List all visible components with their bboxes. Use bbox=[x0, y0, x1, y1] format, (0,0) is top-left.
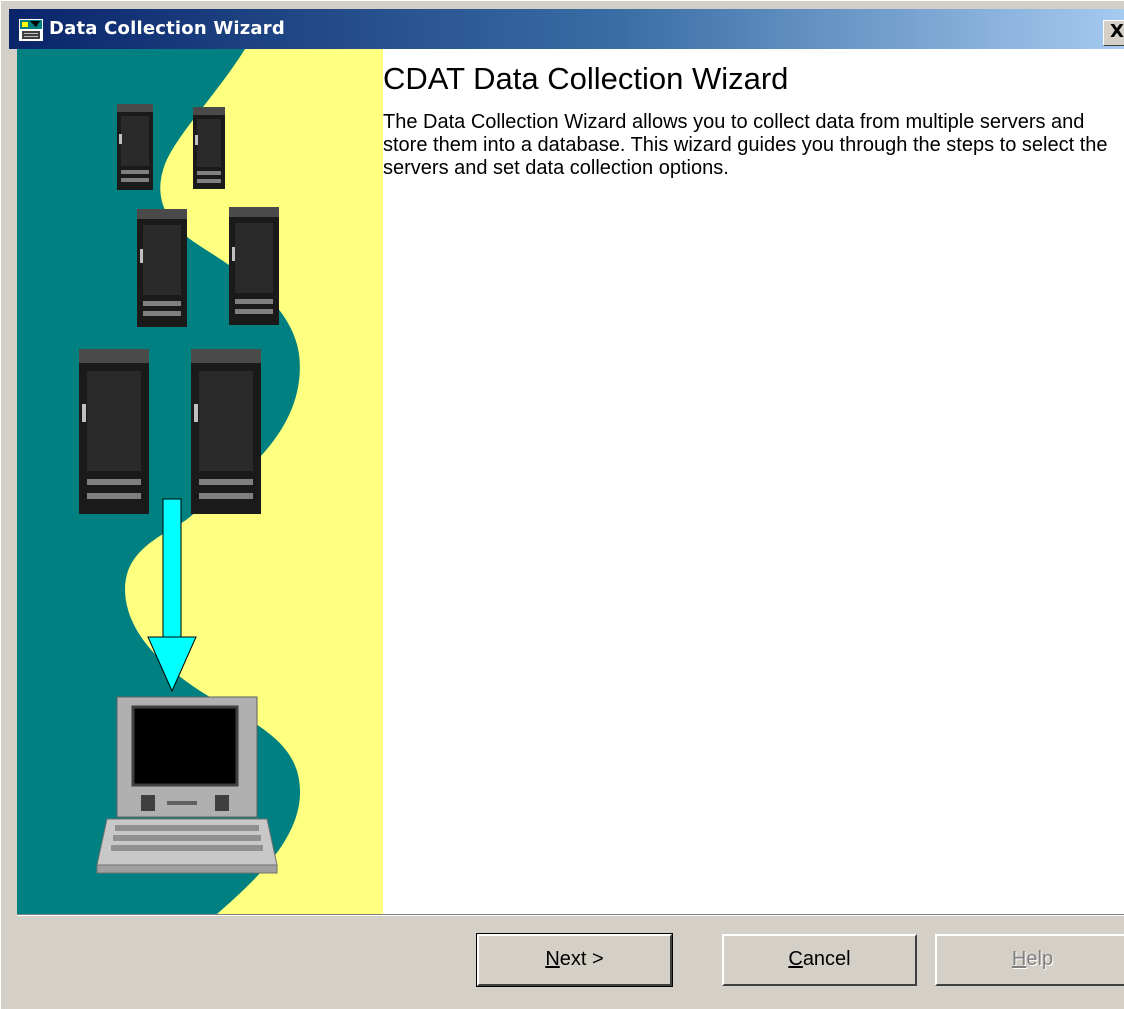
server-icon bbox=[79, 349, 149, 514]
server-icon bbox=[137, 209, 187, 327]
server-icon bbox=[229, 207, 279, 325]
help-mnemonic: H bbox=[1011, 948, 1027, 970]
cancel-button[interactable]: Cancel bbox=[722, 934, 917, 986]
page-description: The Data Collection Wizard allows you to… bbox=[383, 111, 1108, 179]
server-icon bbox=[193, 107, 225, 189]
footer-separator-highlight bbox=[17, 915, 1124, 916]
cancel-mnemonic: C bbox=[788, 948, 803, 970]
cancel-label: ancel bbox=[802, 948, 851, 970]
app-icon bbox=[19, 19, 43, 41]
window-title: Data Collection Wizard bbox=[49, 18, 285, 39]
close-icon: X bbox=[1110, 21, 1124, 42]
server-icon bbox=[117, 104, 153, 190]
help-label: elp bbox=[1026, 948, 1054, 970]
wizard-content: CDAT Data Collection Wizard The Data Col… bbox=[383, 49, 1124, 914]
laptop-icon bbox=[96, 696, 278, 874]
next-label: ext > bbox=[559, 948, 604, 970]
wizard-window: Data Collection Wizard X CDAT Data Colle… bbox=[0, 0, 1124, 1009]
page-title: CDAT Data Collection Wizard bbox=[383, 61, 789, 96]
help-button[interactable]: Help bbox=[935, 934, 1124, 986]
next-mnemonic: N bbox=[545, 948, 560, 970]
next-button[interactable]: Next > bbox=[476, 933, 673, 987]
title-bar[interactable]: Data Collection Wizard X bbox=[9, 9, 1124, 49]
wizard-side-illustration bbox=[17, 49, 383, 914]
server-icon bbox=[191, 349, 261, 514]
close-button[interactable]: X bbox=[1103, 20, 1124, 46]
